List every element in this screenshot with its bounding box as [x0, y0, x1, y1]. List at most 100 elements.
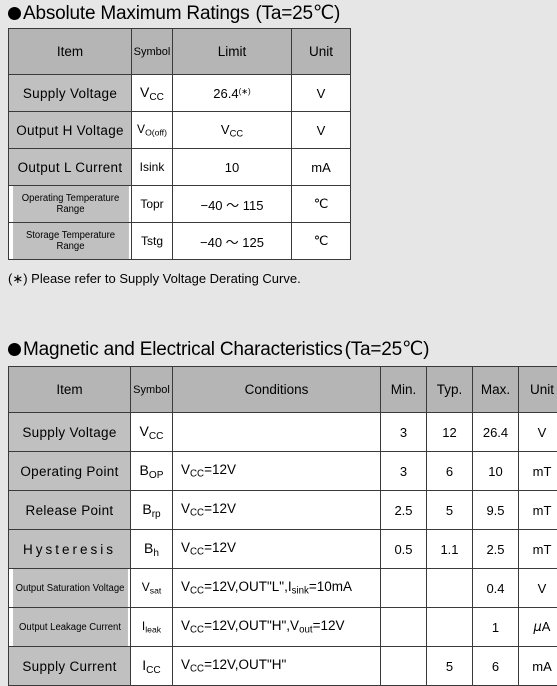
- row-min: [380, 607, 427, 647]
- bullet-icon: [8, 7, 21, 20]
- section-title-text: Absolute Maximum Ratings: [23, 3, 250, 24]
- row-min: 2.5: [380, 490, 427, 530]
- column-header-limit: Limit: [172, 28, 292, 75]
- row-limit: VCC: [172, 111, 292, 149]
- table-row: Output H Voltage VO(off) VCC V: [8, 111, 351, 149]
- row-item-label: Output Saturation Voltage: [11, 568, 128, 608]
- row-unit: V: [291, 111, 351, 149]
- column-header-symbol: Symbol: [130, 366, 173, 413]
- row-limit: 10: [172, 148, 292, 186]
- row-typ: 5: [426, 490, 473, 530]
- table-row: Supply Current ICC VCC=12V,OUT"H" 5 6 mA: [8, 646, 557, 686]
- table-row: Output Saturation Voltage Vsat VCC=12V,OUT…: [9, 568, 557, 608]
- absolute-maximum-ratings-table: Item Symbol Limit Unit Supply Voltage VC…: [8, 28, 351, 260]
- section-heading-magnetic-electrical-characteristics: Magnetic and Electrical Characteristics …: [8, 340, 429, 359]
- row-max: 1: [472, 607, 519, 647]
- row-conditions: VCC=12V,OUT"H",Vout=12V: [172, 607, 381, 647]
- row-min: 3: [380, 412, 427, 452]
- row-conditions: VCC=12V,OUT"H": [172, 646, 381, 686]
- table-row: Supply Voltage VCC 26.4(∗) V: [8, 74, 351, 112]
- table-row: Release Point Brp VCC=12V 2.5 5 9.5 mT: [8, 490, 557, 530]
- column-header-max: Max.: [472, 366, 519, 413]
- table-row: Operating Temperature Range Topr −40 ～ 1…: [9, 185, 351, 223]
- row-item-label: Supply Current: [8, 646, 131, 686]
- row-conditions: VCC=12V: [172, 490, 381, 530]
- row-typ: [426, 607, 473, 647]
- row-unit: mT: [518, 529, 557, 569]
- row-typ: 1.1: [426, 529, 473, 569]
- row-item-label: Storage Temperature Range: [11, 222, 129, 260]
- section-heading-absolute-maximum-ratings: Absolute Maximum Ratings (Ta=25℃): [8, 4, 340, 23]
- row-typ: [426, 568, 473, 608]
- column-header-typ: Typ.: [426, 366, 473, 413]
- row-item-label: Output L Current: [8, 148, 132, 186]
- row-limit: −40 ～ 125: [172, 222, 292, 260]
- row-symbol: Ileak: [130, 607, 173, 647]
- row-item-label: Operating Point: [8, 451, 131, 491]
- row-symbol: Isink: [131, 148, 173, 186]
- row-conditions: VCC=12V: [172, 451, 381, 491]
- row-symbol: Topr: [131, 185, 173, 223]
- column-header-item: Item: [8, 366, 131, 413]
- row-unit: mA: [291, 148, 351, 186]
- row-min: [380, 568, 427, 608]
- column-header-unit: Unit: [291, 28, 351, 75]
- section-title-text: Magnetic and Electrical Characteristics: [23, 339, 343, 360]
- magnetic-electrical-characteristics-table: Item Symbol Conditions Min. Typ. Max. Un…: [8, 366, 557, 686]
- column-header-unit: Unit: [518, 366, 557, 413]
- row-max: 0.4: [472, 568, 519, 608]
- row-limit: −40 ～ 115: [172, 185, 292, 223]
- column-header-min: Min.: [380, 366, 427, 413]
- row-min: 0.5: [380, 529, 427, 569]
- row-unit: ℃: [291, 222, 351, 260]
- row-symbol: Brp: [130, 490, 173, 530]
- row-unit: mT: [518, 451, 557, 491]
- row-symbol: Bh: [130, 529, 173, 569]
- row-unit: mT: [518, 490, 557, 530]
- row-typ: 12: [426, 412, 473, 452]
- row-symbol: VCC: [130, 412, 173, 452]
- table-row: Output L Current Isink 10 mA: [8, 148, 351, 186]
- row-max: 2.5: [472, 529, 519, 569]
- table-row: Hysteresis Bh VCC=12V 0.5 1.1 2.5 mT: [8, 529, 557, 569]
- row-unit: mA: [518, 646, 557, 686]
- table-row: Output Leakage Current Ileak VCC=12V,OUT"H…: [9, 607, 557, 647]
- row-symbol: ICC: [130, 646, 173, 686]
- row-item-label: Output Leakage Current: [11, 607, 128, 647]
- row-unit: ℃: [291, 185, 351, 223]
- row-unit: μA: [518, 607, 557, 647]
- row-item-label: Release Point: [8, 490, 131, 530]
- row-item-label: Hysteresis: [8, 529, 131, 569]
- row-max: 9.5: [472, 490, 519, 530]
- bullet-icon: [8, 343, 21, 356]
- row-typ: 6: [426, 451, 473, 491]
- column-header-symbol: Symbol: [131, 28, 173, 75]
- row-min: 3: [380, 451, 427, 491]
- row-conditions: VCC=12V,OUT"L",Isink=10mA: [172, 568, 381, 608]
- row-item-label: Supply Voltage: [8, 74, 132, 112]
- section-title-condition: (Ta=25℃): [255, 3, 341, 24]
- row-unit: V: [291, 74, 351, 112]
- row-unit: V: [518, 412, 557, 452]
- row-symbol: BOP: [130, 451, 173, 491]
- row-conditions: VCC=12V: [172, 529, 381, 569]
- row-symbol: Vsat: [130, 568, 173, 608]
- row-item-label: Output H Voltage: [8, 111, 132, 149]
- column-header-conditions: Conditions: [172, 366, 381, 413]
- row-symbol: VO(off): [131, 111, 173, 149]
- row-max: 6: [472, 646, 519, 686]
- row-conditions: [172, 412, 381, 452]
- row-max: 26.4: [472, 412, 519, 452]
- table-row: Operating Point BOP VCC=12V 3 6 10 mT: [8, 451, 557, 491]
- row-typ: 5: [426, 646, 473, 686]
- column-header-item: Item: [8, 28, 132, 75]
- row-limit: 26.4(∗): [172, 74, 292, 112]
- row-item-label: Operating Temperature Range: [11, 185, 129, 223]
- row-item-label: Supply Voltage: [8, 412, 131, 452]
- table-row: Storage Temperature Range Tstg −40 ～ 125…: [9, 222, 351, 260]
- row-min: [380, 646, 427, 686]
- table-header-row: Item Symbol Limit Unit: [8, 28, 351, 75]
- table-header-row: Item Symbol Conditions Min. Typ. Max. Un…: [8, 366, 557, 413]
- row-unit: V: [518, 568, 557, 608]
- row-max: 10: [472, 451, 519, 491]
